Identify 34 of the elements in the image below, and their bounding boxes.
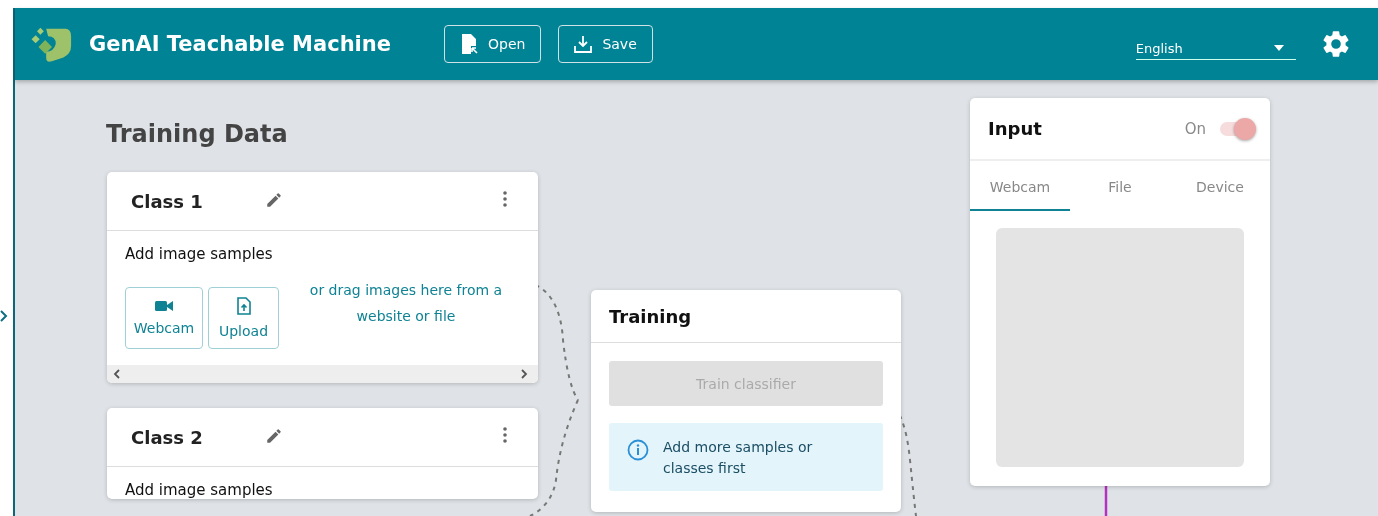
pencil-icon[interactable]	[265, 191, 283, 209]
class-name: Class 2	[131, 426, 204, 448]
chevron-left-icon	[113, 369, 121, 379]
upload-button[interactable]: Upload	[208, 287, 279, 349]
webcam-button[interactable]: Webcam	[125, 287, 203, 349]
chevron-right-icon	[520, 369, 528, 379]
open-button[interactable]: Open	[444, 25, 542, 63]
card-title: Input	[988, 118, 1043, 139]
samples-label: Add image samples	[124, 481, 274, 499]
camera-icon	[155, 300, 173, 312]
info-icon	[627, 439, 649, 461]
info-text: Add more samples or classes first	[663, 438, 814, 478]
language-select[interactable]: English	[1135, 34, 1296, 60]
file-upload-icon	[236, 297, 251, 315]
tab[interactable]: File	[1070, 161, 1170, 211]
file-icon	[460, 34, 478, 54]
card-title: Training	[609, 305, 692, 327]
section-title: Training Data	[106, 120, 288, 148]
app-title: GenAI Teachable Machine	[89, 32, 392, 56]
save-button[interactable]: Save	[558, 25, 653, 63]
drag-hint: or drag images here from a website or file	[308, 281, 504, 326]
more-icon[interactable]	[503, 427, 507, 443]
caret-icon	[1273, 45, 1284, 51]
tab[interactable]: Device	[1170, 161, 1270, 211]
toggle-label: On	[1184, 119, 1206, 138]
chevron-icon	[0, 310, 8, 322]
connector-line	[1104, 485, 1108, 516]
more-icon[interactable]	[503, 191, 507, 207]
tab[interactable]: Webcam	[970, 161, 1070, 211]
scrollbar[interactable]	[107, 365, 538, 383]
download-icon	[574, 35, 593, 53]
class-name: Class 1	[131, 190, 204, 212]
samples-label: Add image samples	[124, 245, 274, 263]
pencil-icon[interactable]	[265, 427, 283, 445]
